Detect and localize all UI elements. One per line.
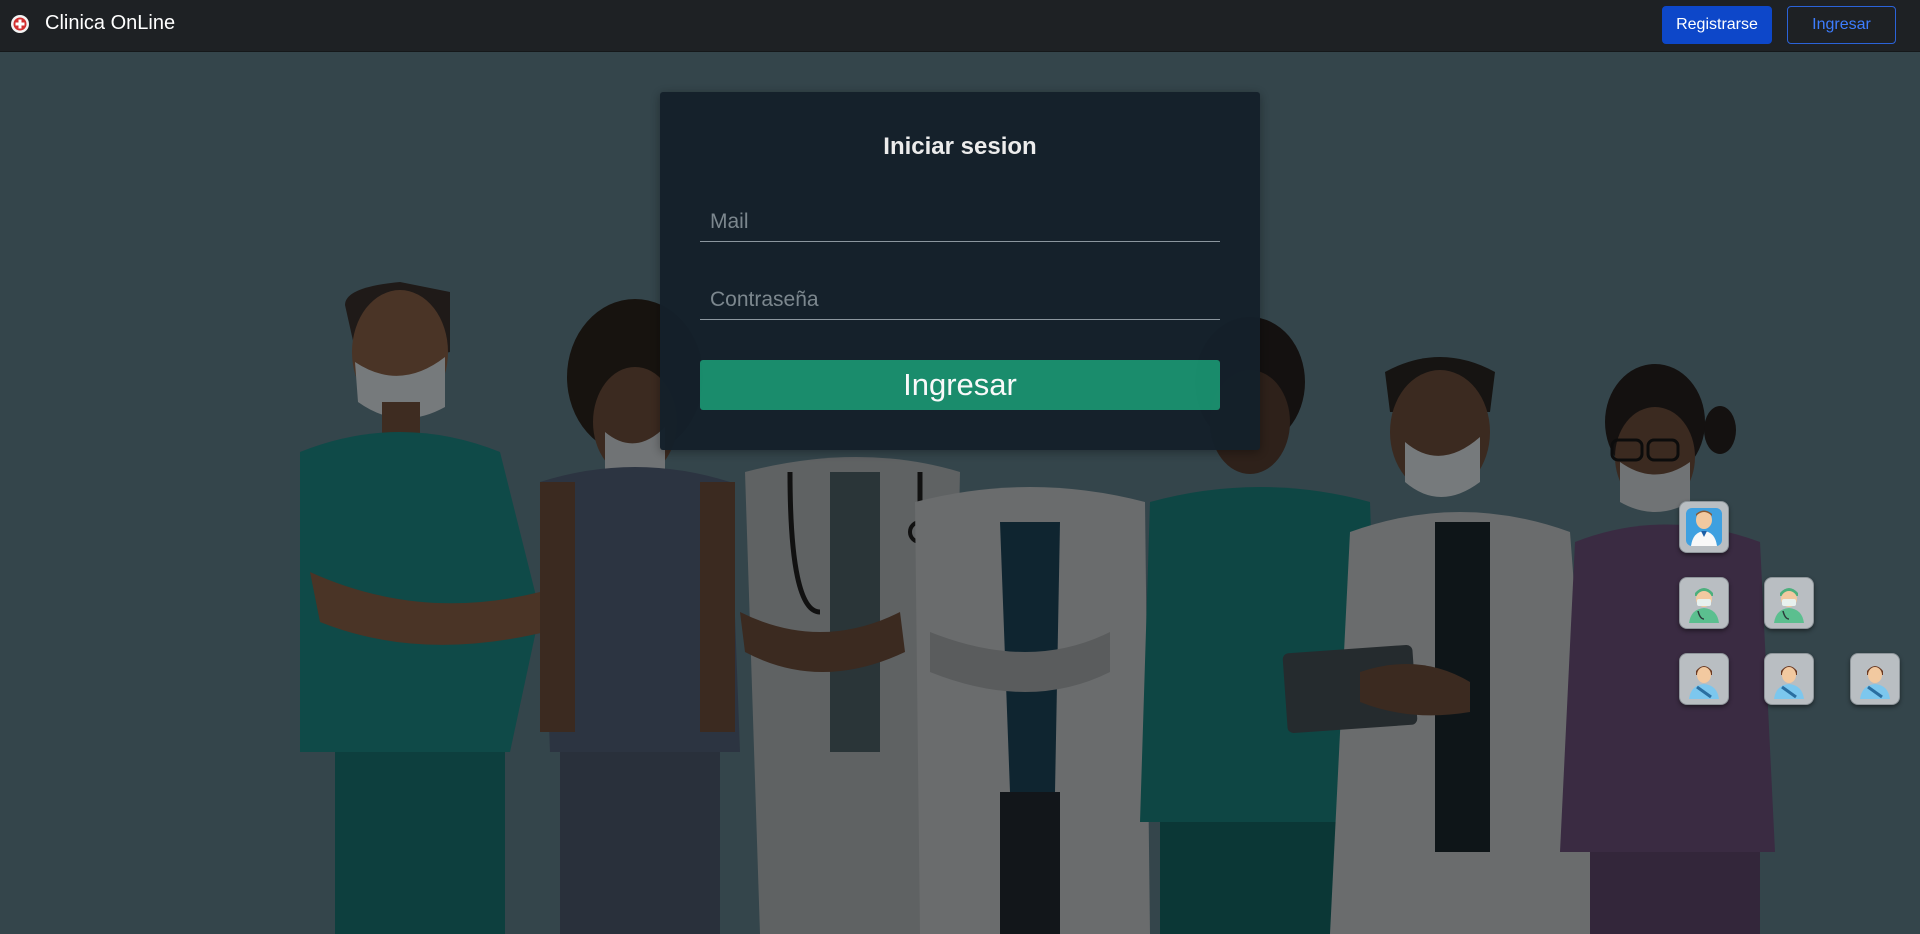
- surgeon-avatar-icon: [1774, 588, 1804, 623]
- quick-access-specialist[interactable]: [1679, 577, 1729, 629]
- top-navbar: Clinica OnLine Registrarse Ingresar: [0, 0, 1920, 52]
- staff-figure: [915, 487, 1150, 934]
- surgeon-avatar-icon: [1689, 588, 1719, 623]
- quick-access-specialist[interactable]: [1764, 577, 1814, 629]
- quick-access-patient[interactable]: [1679, 653, 1729, 705]
- password-field-wrapper: [700, 280, 1220, 320]
- quick-access-patient[interactable]: [1850, 653, 1900, 705]
- login-title: Iniciar sesion: [883, 133, 1037, 160]
- admin-avatar-icon: [1686, 508, 1722, 546]
- brand-name[interactable]: Clinica OnLine: [45, 11, 175, 35]
- quick-access-admin[interactable]: [1679, 501, 1729, 553]
- register-button[interactable]: Registrarse: [1662, 6, 1772, 44]
- quick-access-patient[interactable]: [1764, 653, 1814, 705]
- login-card: Iniciar sesion Ingresar: [660, 92, 1260, 450]
- patient-avatar-icon: [1774, 666, 1804, 699]
- login-nav-button[interactable]: Ingresar: [1787, 6, 1896, 44]
- patient-avatar-icon: [1860, 666, 1890, 699]
- mail-input[interactable]: [700, 202, 1220, 241]
- mail-field-wrapper: [700, 202, 1220, 242]
- patient-avatar-icon: [1689, 666, 1719, 699]
- clinic-logo-icon[interactable]: [10, 14, 30, 34]
- submit-login-button[interactable]: Ingresar: [700, 360, 1220, 410]
- password-input[interactable]: [700, 280, 1220, 319]
